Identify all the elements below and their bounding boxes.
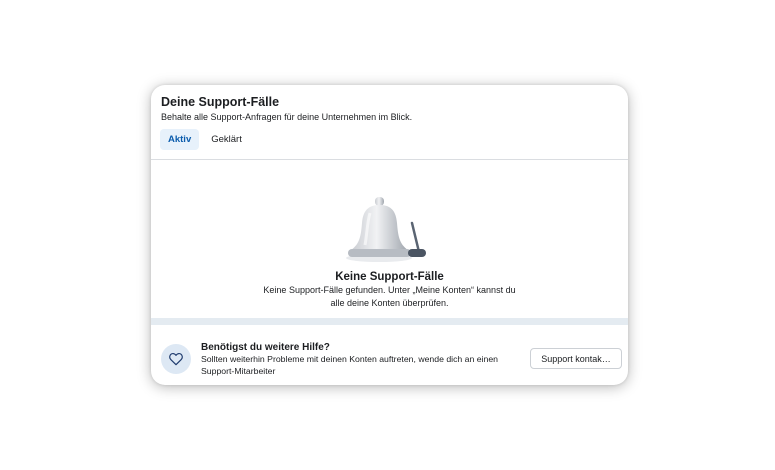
page-subtitle: Behalte alle Support-Anfragen für deine … (161, 112, 413, 122)
page-title: Deine Support-Fälle (161, 95, 280, 109)
section-band (151, 318, 628, 325)
empty-state-title: Keine Support-Fälle (335, 271, 444, 283)
case-tabs: Aktiv Geklärt (160, 129, 250, 150)
tab-aktiv[interactable]: Aktiv (160, 129, 200, 150)
empty-state-text: Keine Support-Fälle gefunden. Unter „Mei… (263, 285, 516, 308)
card-header: Deine Support-Fälle Behalte alle Support… (161, 94, 618, 124)
bell-icon (346, 197, 426, 262)
tabs-divider (151, 159, 628, 160)
tab-geklaert[interactable]: Geklärt (203, 129, 250, 150)
contact-support-button[interactable]: Support kontak… (530, 348, 622, 369)
heart-icon (161, 344, 191, 374)
help-text: Sollten weiterhin Probleme mit deinen Ko… (201, 354, 499, 376)
support-cases-card: Deine Support-Fälle Behalte alle Support… (151, 85, 628, 385)
